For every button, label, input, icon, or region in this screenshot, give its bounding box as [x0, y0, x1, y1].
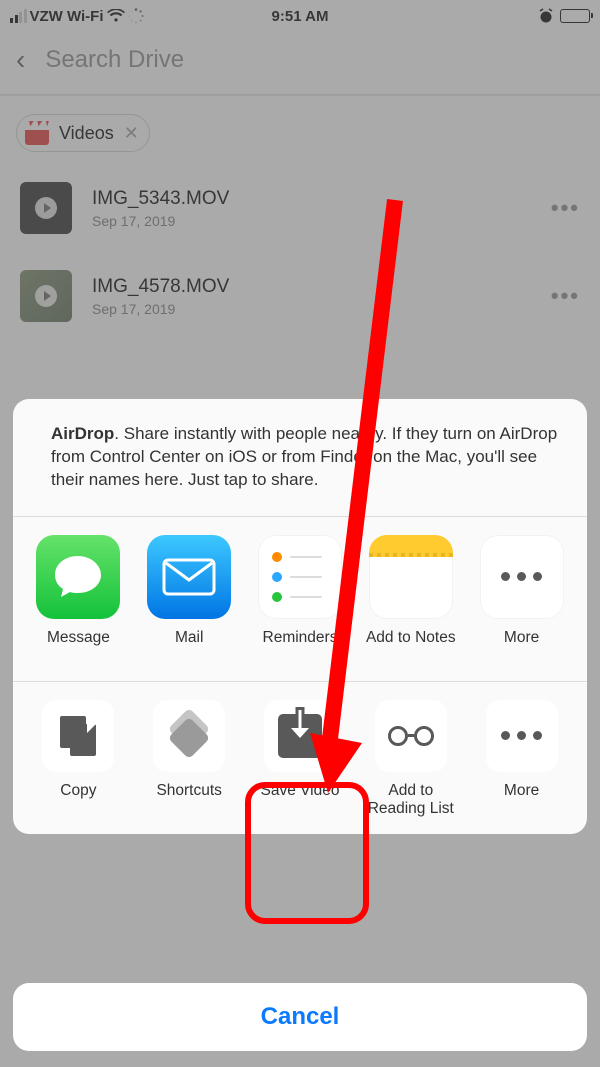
app-label: More	[504, 629, 539, 667]
action-label: Shortcuts	[156, 782, 221, 820]
annotation-arrow	[310, 195, 420, 800]
copy-icon	[42, 700, 114, 772]
annotation-highlight	[245, 782, 369, 924]
share-app-message[interactable]: Message	[26, 535, 130, 667]
mail-icon	[147, 535, 231, 619]
action-label: More	[504, 782, 539, 820]
app-label: Mail	[175, 629, 203, 667]
share-app-more[interactable]: More	[470, 535, 574, 667]
more-icon	[486, 700, 558, 772]
airdrop-text: AirDrop. Share instantly with people nea…	[51, 423, 567, 492]
more-icon	[480, 535, 564, 619]
airdrop-section[interactable]: AirDrop. Share instantly with people nea…	[13, 399, 587, 516]
shortcuts-icon	[153, 700, 225, 772]
share-sheet: AirDrop. Share instantly with people nea…	[13, 399, 587, 834]
message-icon	[36, 535, 120, 619]
share-app-mail[interactable]: Mail	[137, 535, 241, 667]
action-label: Copy	[60, 782, 96, 820]
share-apps-row: Message Mail Reminders Add to Notes More	[13, 517, 587, 681]
action-copy[interactable]: Copy	[26, 700, 130, 820]
action-more[interactable]: More	[470, 700, 574, 820]
app-label: Message	[47, 629, 110, 667]
action-shortcuts[interactable]: Shortcuts	[137, 700, 241, 820]
cancel-button[interactable]: Cancel	[13, 983, 587, 1051]
